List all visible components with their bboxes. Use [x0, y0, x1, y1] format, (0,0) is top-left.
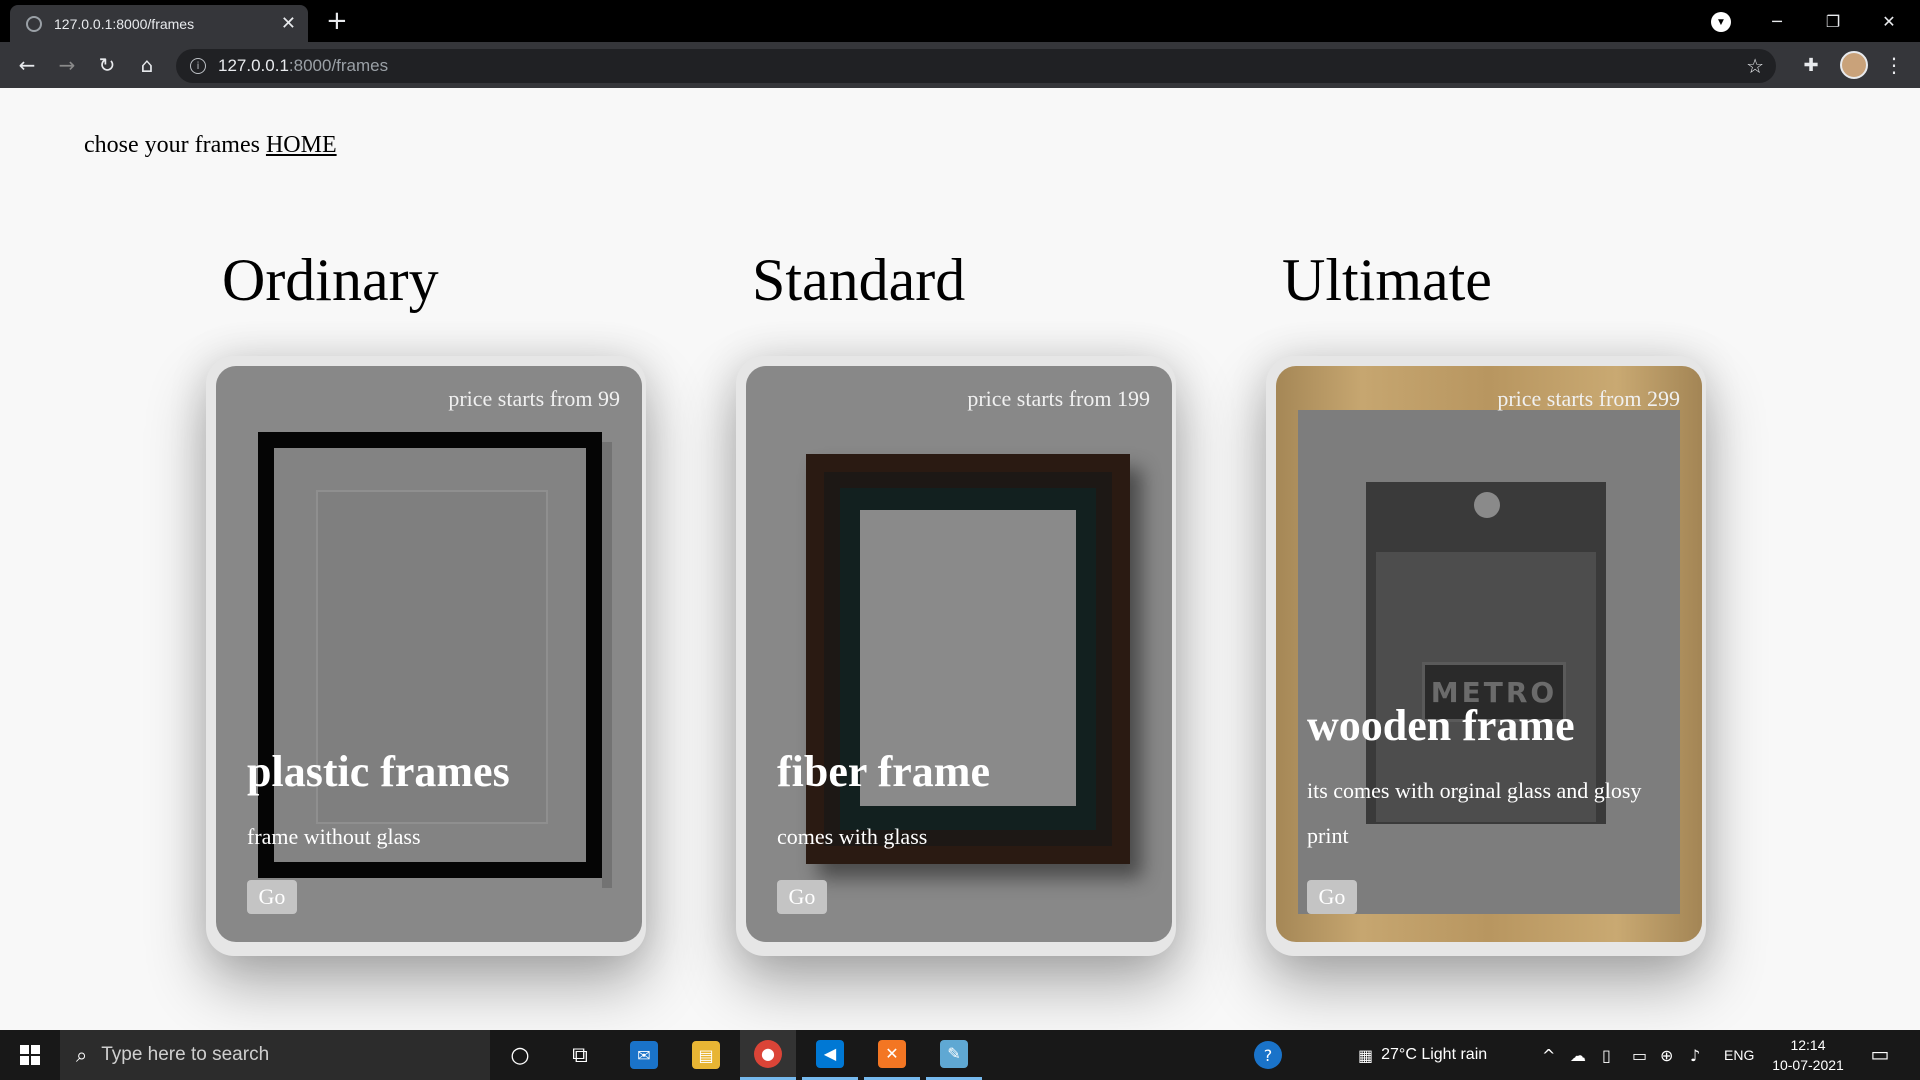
- chrome-app-icon[interactable]: ●: [740, 1030, 796, 1080]
- clock[interactable]: 12:14 10-07-2021: [1766, 1035, 1850, 1075]
- taskbar-search[interactable]: ⌕ Type here to search: [60, 1030, 490, 1080]
- extensions-icon[interactable]: ✚: [1796, 50, 1826, 80]
- card-description: its comes with orginal glass and glosy p…: [1307, 778, 1642, 848]
- new-tab-button[interactable]: +: [326, 6, 348, 36]
- card-title: fiber frame: [777, 747, 990, 796]
- chevron-up-icon[interactable]: ^: [1542, 1030, 1555, 1080]
- weather-widget[interactable]: ▦ 27°C Light rain: [1358, 1030, 1487, 1080]
- close-tab-icon[interactable]: ✕: [281, 13, 296, 34]
- column-heading: Ordinary: [222, 247, 439, 313]
- column-ultimate: Ultimate METRO price starts from 299 woo…: [1266, 238, 1706, 956]
- product-card: price starts from 199 fiber frame comes …: [746, 366, 1172, 942]
- language-indicator[interactable]: ENG: [1724, 1030, 1754, 1080]
- url-host: 127.0.0.1: [218, 56, 289, 75]
- column-standard: Standard price starts from 199 fiber fra…: [736, 238, 1176, 956]
- avatar[interactable]: [1840, 51, 1868, 79]
- price-label: price starts from 199: [967, 386, 1150, 411]
- star-icon[interactable]: ☆: [1746, 54, 1764, 78]
- price-label: price starts from 99: [448, 386, 620, 411]
- price-label: price starts from 299: [1497, 386, 1680, 411]
- paint-app-icon[interactable]: ✎: [926, 1030, 982, 1080]
- task-view-icon[interactable]: ⧉: [552, 1030, 608, 1080]
- back-arrow-icon[interactable]: ←: [12, 50, 42, 80]
- notification-icon[interactable]: ▭: [1866, 1040, 1894, 1068]
- page-header: chose your frames HOME: [84, 132, 337, 159]
- browser-tab-bar: 127.0.0.1:8000/frames ✕ + ▼ ─ ❐ ✕: [0, 0, 1920, 42]
- home-link[interactable]: HOME: [266, 132, 337, 158]
- file-explorer-icon[interactable]: ▤: [678, 1030, 734, 1080]
- home-icon[interactable]: ⌂: [132, 50, 162, 80]
- vscode-app-icon[interactable]: ◀: [802, 1030, 858, 1080]
- card-description: comes with glass: [777, 824, 928, 849]
- weather-text: 27°C Light rain: [1381, 1046, 1488, 1063]
- close-window-icon[interactable]: ✕: [1864, 0, 1914, 42]
- go-button[interactable]: Go: [777, 880, 827, 914]
- network-icon[interactable]: ⊕: [1660, 1030, 1673, 1080]
- weather-icon: ▦: [1358, 1045, 1374, 1065]
- clock-time: 12:14: [1790, 1037, 1826, 1053]
- cloud-icon[interactable]: ☁: [1570, 1030, 1586, 1080]
- card-wrapper: METRO price starts from 299 wooden frame…: [1266, 356, 1706, 956]
- cortana-icon[interactable]: ○: [492, 1030, 548, 1080]
- restore-icon[interactable]: ❐: [1808, 0, 1858, 42]
- browser-tab[interactable]: 127.0.0.1:8000/frames ✕: [10, 5, 308, 42]
- chevron-down-icon[interactable]: ▼: [1711, 12, 1731, 32]
- card-wrapper: price starts from 199 fiber frame comes …: [736, 356, 1176, 956]
- help-icon[interactable]: ?: [1240, 1030, 1296, 1080]
- search-icon: ⌕: [76, 1043, 88, 1067]
- address-bar[interactable]: i 127.0.0.1:8000/frames ☆: [176, 49, 1776, 83]
- search-placeholder: Type here to search: [101, 1044, 270, 1065]
- globe-icon: [26, 15, 42, 32]
- minimize-icon[interactable]: ─: [1752, 0, 1802, 42]
- mail-app-icon[interactable]: ✉: [616, 1030, 672, 1080]
- volume-icon[interactable]: ♪: [1690, 1030, 1700, 1080]
- card-title: plastic frames: [247, 747, 510, 796]
- xampp-app-icon[interactable]: ✕: [864, 1030, 920, 1080]
- windows-logo-icon: [20, 1045, 40, 1065]
- header-text: chose your frames: [84, 132, 260, 158]
- card-description: frame without glass: [247, 824, 421, 849]
- start-button[interactable]: [0, 1030, 60, 1080]
- battery-icon[interactable]: ▭: [1632, 1030, 1647, 1080]
- clock-date: 10-07-2021: [1772, 1057, 1844, 1073]
- windows-taskbar: ⌕ Type here to search ○ ⧉ ✉ ▤ ● ◀ ✕ ✎ ? …: [0, 1030, 1920, 1080]
- column-heading: Ultimate: [1282, 247, 1492, 313]
- go-button[interactable]: Go: [1307, 880, 1357, 914]
- menu-icon[interactable]: ⋮: [1879, 50, 1909, 80]
- reload-icon[interactable]: ↻: [92, 50, 122, 80]
- product-card: price starts from 99 plastic frames fram…: [216, 366, 642, 942]
- forward-arrow-icon[interactable]: →: [52, 50, 82, 80]
- device-icon[interactable]: ▯: [1602, 1030, 1611, 1080]
- browser-toolbar: ← → ↻ ⌂ i 127.0.0.1:8000/frames ☆ ✚ ⋮: [0, 42, 1920, 88]
- product-card: METRO price starts from 299 wooden frame…: [1276, 366, 1702, 942]
- tab-title: 127.0.0.1:8000/frames: [54, 15, 195, 32]
- column-heading: Standard: [752, 247, 966, 313]
- card-wrapper: price starts from 99 plastic frames fram…: [206, 356, 646, 956]
- column-ordinary: Ordinary price starts from 99 plastic fr…: [206, 238, 646, 956]
- go-button[interactable]: Go: [247, 880, 297, 914]
- card-title: wooden frame: [1307, 701, 1575, 750]
- url-path: :8000/frames: [288, 56, 389, 75]
- page-content: chose your frames HOME Ordinary price st…: [0, 88, 1920, 1030]
- info-icon[interactable]: i: [190, 58, 206, 74]
